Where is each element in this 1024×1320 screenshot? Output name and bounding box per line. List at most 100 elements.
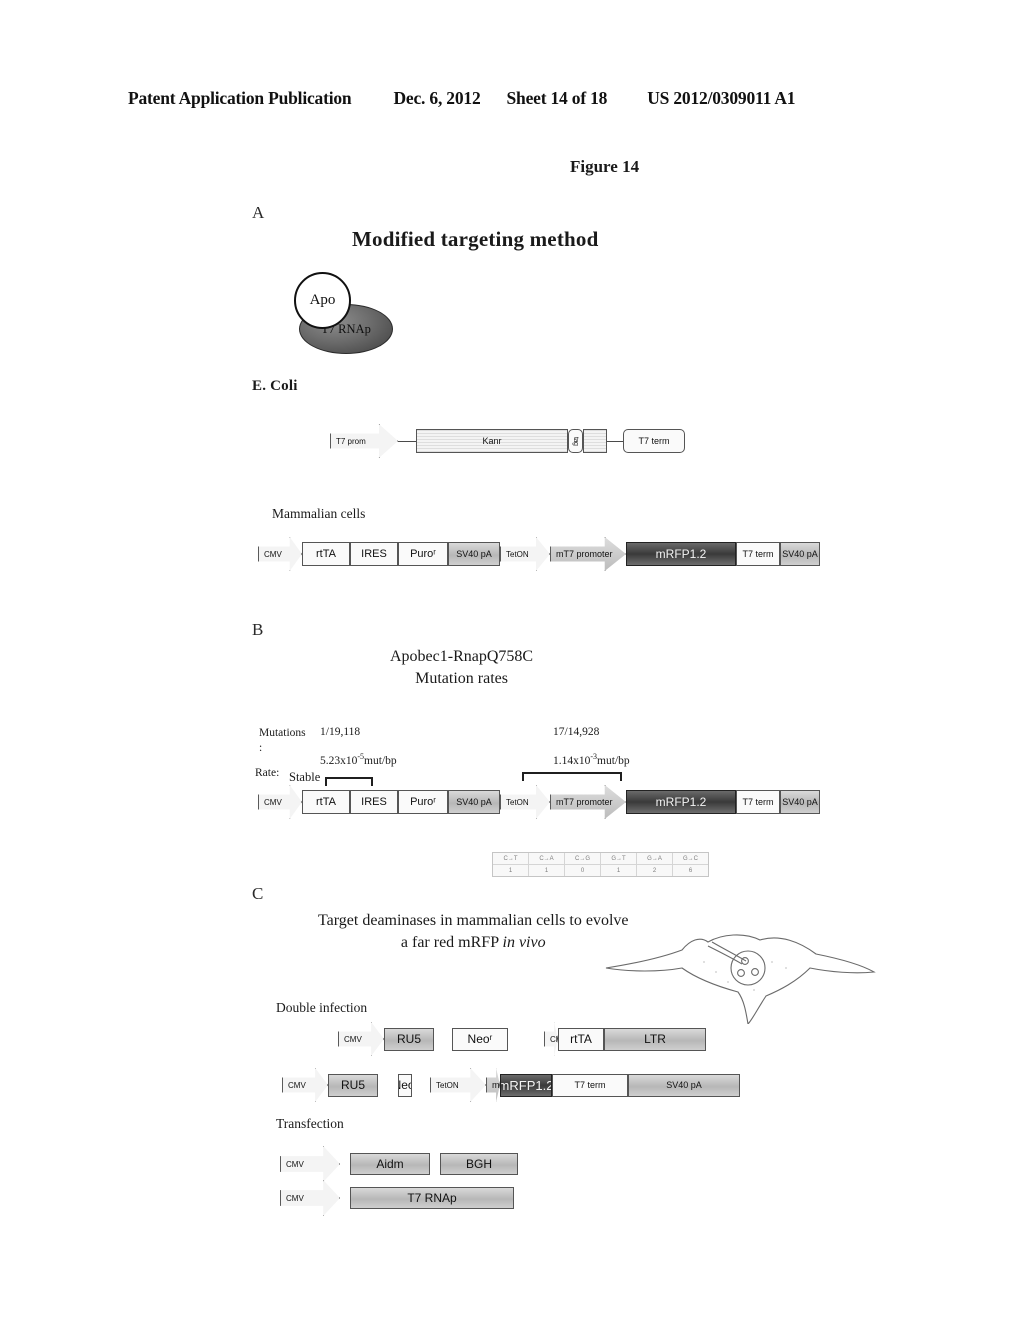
construct-segment-t7-rnap: T7 RNAp bbox=[350, 1187, 514, 1209]
mutations-value-1: 1/19,118 bbox=[320, 726, 361, 738]
construct-arrow-mt7-promoter: mT7 promoter bbox=[550, 785, 626, 819]
construct-arrow-teton: TetON bbox=[430, 1068, 486, 1102]
mutation-table-header-cell: G→A bbox=[637, 853, 673, 865]
mutation-table-value-cell: 2 bbox=[637, 865, 673, 876]
construct-segment-rtta: rtTA bbox=[302, 790, 350, 814]
mutation-table-header-cell: C→T bbox=[493, 853, 529, 865]
bracket-mrfp-region bbox=[522, 772, 622, 781]
panel-c-title: Target deaminases in mammalian cells to … bbox=[318, 910, 628, 955]
construct-segment-sv40-pa: SV40 pA bbox=[448, 542, 500, 566]
construct-segment-ru5: RU5 bbox=[328, 1073, 378, 1097]
infection-construct-row-1: CMVRU5NeoʳCMVrtTALTR bbox=[338, 1022, 706, 1056]
construct-arrow-t7-prom: T7 prom bbox=[330, 424, 398, 458]
mammalian-cells-label: Mammalian cells bbox=[272, 506, 366, 521]
construct-segment-aidm: Aidm bbox=[350, 1153, 430, 1175]
construct-segment-rtta: rtTA bbox=[302, 542, 350, 566]
panel-c-letter: C bbox=[252, 884, 264, 903]
construct-connector bbox=[398, 440, 416, 442]
construct-segment-bgh: BGH bbox=[440, 1153, 518, 1175]
mutation-table-value-cell: 6 bbox=[688, 867, 693, 874]
mutation-table-value-cell: 1 bbox=[601, 865, 637, 876]
mutation-table-header-cell: C→G bbox=[565, 853, 601, 865]
publication-type: Patent Application Publication bbox=[128, 88, 352, 108]
mutation-table-header-cell: G→T bbox=[601, 853, 637, 865]
panel-c-title-line1: Target deaminases in mammalian cells to … bbox=[318, 912, 629, 929]
rate-value-2: 1.14x10-3mut/bp bbox=[553, 752, 630, 767]
construct-segment-sv40-pa: SV40 pA bbox=[628, 1073, 740, 1097]
rate-label: Rate: bbox=[255, 767, 280, 779]
construct-arrow-teton: TetON bbox=[500, 785, 550, 819]
ecoli-label: E. Coli bbox=[252, 378, 298, 394]
construct-connector bbox=[607, 440, 623, 442]
rate-value-1-base: 5.23x10 bbox=[320, 754, 358, 767]
panel-b-letter: B bbox=[252, 620, 264, 639]
mutation-table-header-cell: G→C bbox=[673, 853, 708, 865]
figure-title: Figure 14 bbox=[570, 157, 640, 176]
mammalian-construct-map: CMV rtTA IRES Puroʳ SV40 pA TetON mT7 promoter… bbox=[258, 537, 820, 571]
stable-label: Stable bbox=[289, 770, 321, 784]
mammalian-cell-illustration bbox=[604, 928, 876, 1026]
construct-arrow-mt7-promoter: mT7 promoter bbox=[550, 537, 626, 571]
patent-number: US 2012/0309011 A1 bbox=[647, 88, 796, 108]
construct-segment-mrfp1-2: mRFP1.2 bbox=[626, 790, 736, 814]
panel-c-title-line2-italic: in vivo bbox=[502, 934, 546, 952]
panel-c-title-line2: a far red mRFP in vivo bbox=[318, 932, 628, 954]
double-infection-label: Double infection bbox=[276, 1000, 368, 1015]
mutation-table-value-cell: 1 bbox=[529, 865, 565, 876]
mutations-label: Mutations bbox=[259, 727, 306, 739]
panel-c-title-line2-pre: a far red mRFP bbox=[400, 934, 503, 952]
mutation-table-value-row: 110126 bbox=[493, 865, 708, 876]
panel-a-letter: A bbox=[252, 203, 265, 222]
mutation-type-table: C→T C→A C→G G→T G→A G→C 1 1 0 1 2 6 bbox=[492, 852, 709, 877]
construct-segment-sv40-pa: SV40 pA bbox=[780, 790, 820, 814]
construct-segment-mrfp1-2: mRFP1.2 bbox=[626, 542, 736, 566]
infection-construct-row-2: CMVRU5 Neoʳ TetONmT7 promotermRFP1.2T7 ter… bbox=[282, 1068, 740, 1102]
apo-t7rnap-complex: Apo T7 RNAp bbox=[286, 272, 406, 362]
construct-arrow-cmv: CMV bbox=[258, 785, 302, 819]
construct-arrow-cmv: CMV bbox=[258, 537, 302, 571]
construct-arrow-cmv: CMV bbox=[544, 1022, 558, 1056]
panel-b-construct-map: CMV rtTA IRES Puroʳ SV40 pA TetON mT7 promoter… bbox=[258, 785, 820, 819]
construct-segment-ires: IRES bbox=[350, 542, 398, 566]
publication-header: Patent Application Publication Dec. 6, 2… bbox=[128, 88, 896, 109]
transfection-construct-row-1: CMVAidmAidmT7 RNApBGH bbox=[280, 1146, 518, 1182]
construct-arrow-cmv: CMV bbox=[282, 1068, 328, 1102]
construct-segment-t7-term: T7 term bbox=[552, 1073, 628, 1097]
transfection-construct-row-2: CMVOther deaminasesT7 RNApBGH bbox=[280, 1180, 528, 1216]
rate-value-1: 5.23x10-5mut/bp bbox=[320, 752, 397, 767]
mutation-table-value-cell: 1 bbox=[493, 865, 529, 876]
rate-value-1-unit: mut/bp bbox=[364, 754, 397, 767]
panel-a-title: Modified targeting method bbox=[352, 227, 599, 251]
rate-value-2-unit: mut/bp bbox=[597, 754, 630, 767]
publication-date: Dec. 6, 2012 bbox=[393, 88, 481, 108]
construct-arrow-cmv: CMV bbox=[280, 1180, 340, 1216]
mutation-table-value-cell: 0 bbox=[565, 865, 601, 876]
mutation-table-header-row: C→T C→A C→G G→T G→A G→C bbox=[493, 853, 708, 865]
construct-arrow-mt7-promoter: mT7 promoter bbox=[486, 1068, 500, 1102]
construct-segment-neo-: Neoʳ bbox=[452, 1027, 508, 1051]
construct-arrow-teton: TetON bbox=[500, 537, 550, 571]
construct-segment-kanr: Kanr bbox=[416, 429, 568, 453]
panel-b-title: Apobec1-RnapQ758C Mutation rates bbox=[390, 646, 533, 689]
construct-segment-rtta: rtTA bbox=[558, 1027, 604, 1051]
construct-segment-puro-: Puroʳ bbox=[398, 790, 448, 814]
construct-segment-t7-term: T7 term bbox=[736, 542, 780, 566]
construct-segment-t7-term: T7 term bbox=[736, 790, 780, 814]
construct-segment-t7-term: T7 term bbox=[623, 429, 685, 453]
construct-segment-ires: IRES bbox=[350, 790, 398, 814]
sheet-number: Sheet 14 of 18 bbox=[506, 88, 608, 108]
construct-segment-ltr: LTR bbox=[604, 1027, 706, 1051]
construct-segment-tag: tag bbox=[568, 429, 583, 453]
construct-arrow-cmv: CMV bbox=[338, 1022, 384, 1056]
rate-value-2-base: 1.14x10 bbox=[553, 754, 591, 767]
mutation-table-header-cell: C→A bbox=[529, 853, 565, 865]
ecoli-construct-map: T7 prom Kanr tag T7 term bbox=[330, 424, 685, 458]
panel-b-title-line2: Mutation rates bbox=[415, 669, 508, 687]
construct-segment-sv40-pa: SV40 pA bbox=[780, 542, 820, 566]
construct-segment-hatch-small bbox=[583, 429, 607, 453]
construct-arrow-cmv: CMV bbox=[280, 1146, 340, 1182]
mutations-colon: : bbox=[259, 742, 263, 754]
construct-segment-puro-: Puroʳ bbox=[398, 542, 448, 566]
panel-b-title-line1: Apobec1-RnapQ758C bbox=[390, 648, 534, 665]
construct-segment-sv40-pa: SV40 pA bbox=[448, 790, 500, 814]
